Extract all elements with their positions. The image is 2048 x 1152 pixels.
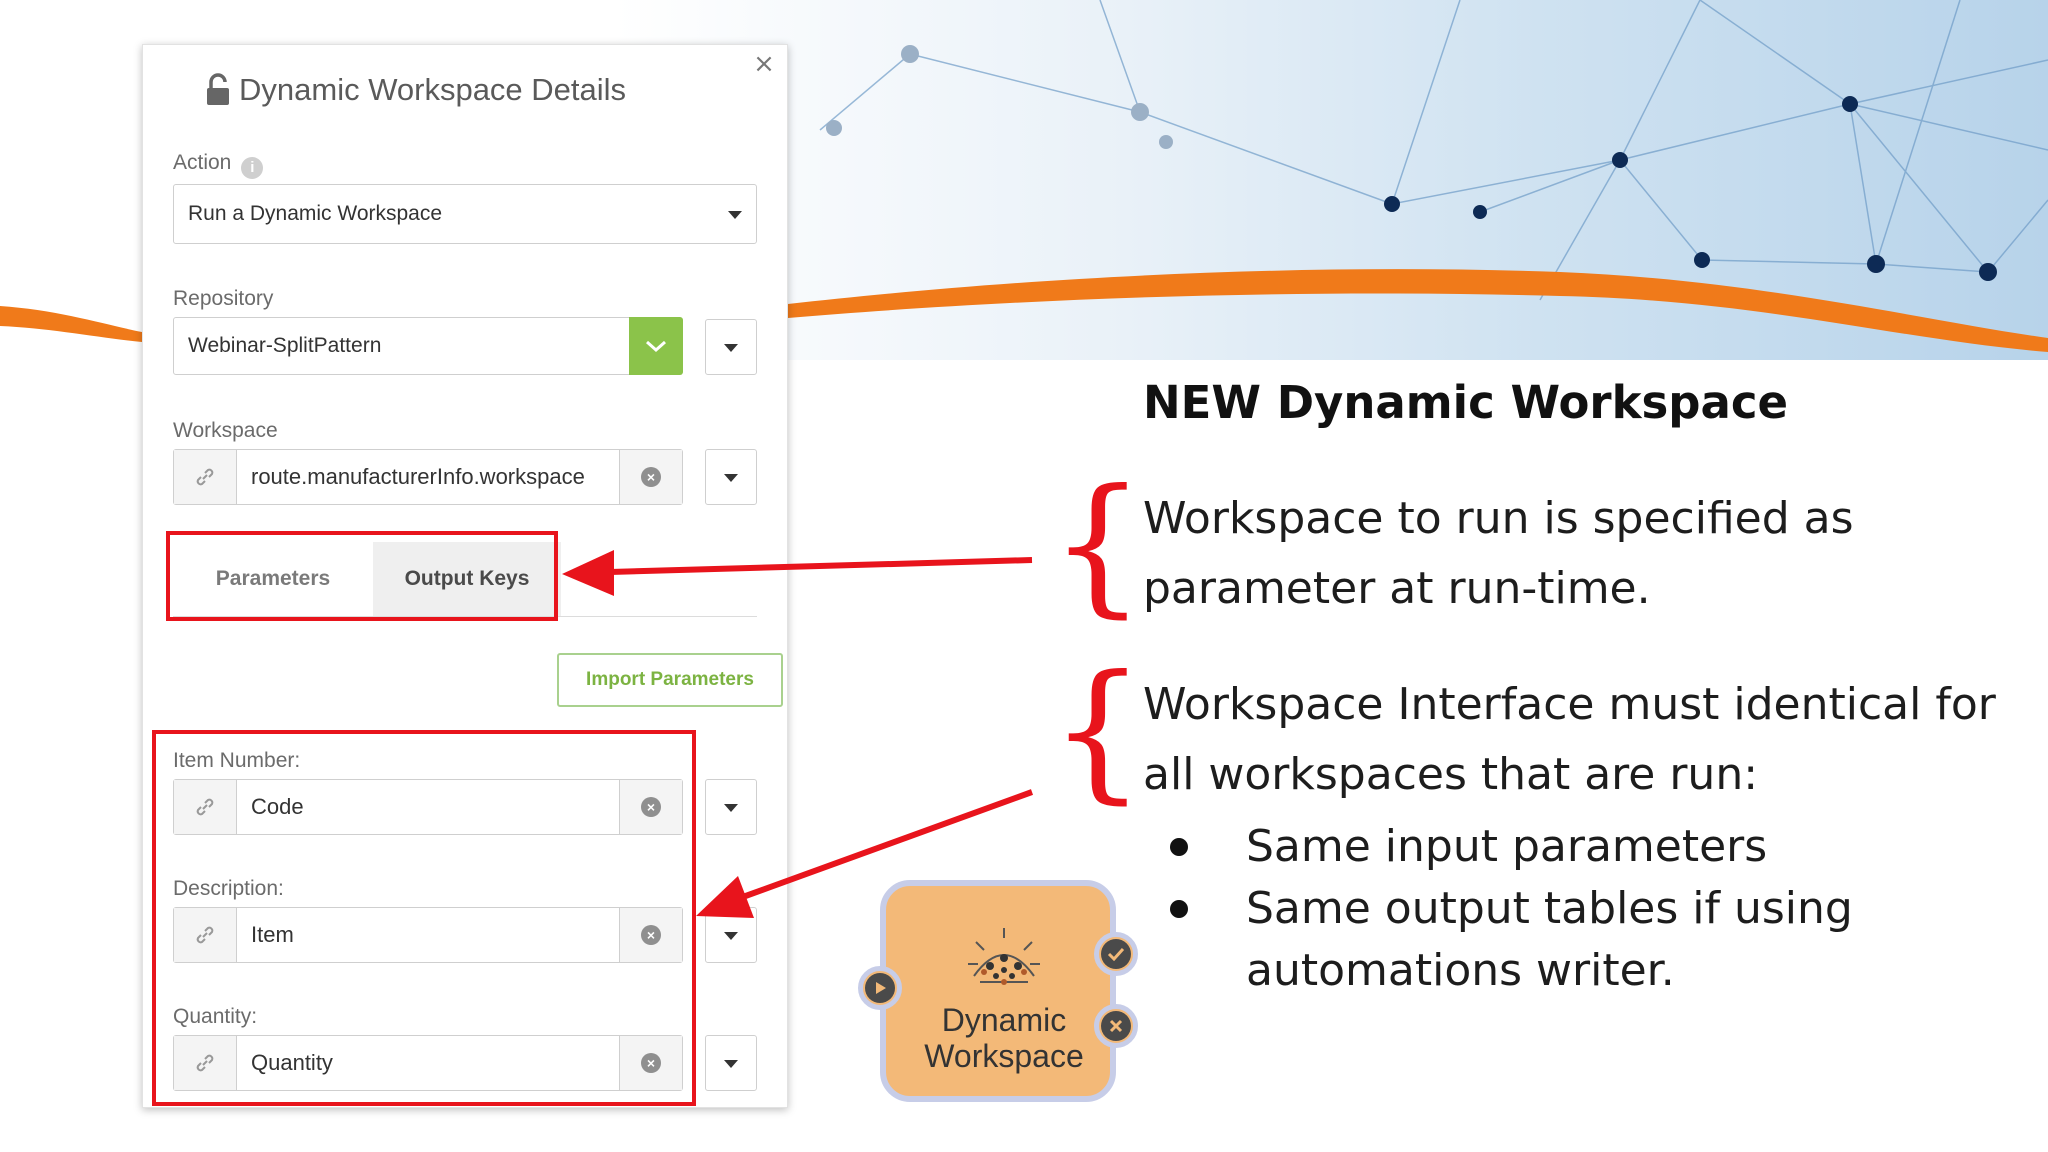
point-2-line-2: all workspaces that are run: (1143, 749, 1759, 800)
slide-heading: NEW Dynamic Workspace (1143, 376, 1789, 429)
point-1-line-2: parameter at run-time. (1143, 563, 1651, 614)
input-port[interactable] (858, 966, 902, 1010)
bullet-item: Same input parameters (1246, 821, 1768, 872)
node-label-line-2: Workspace (924, 1038, 1084, 1074)
bullet-dot (1170, 900, 1188, 918)
output-success-port[interactable] (1094, 932, 1138, 976)
transformer-icon (968, 928, 1040, 985)
brace-point-1: { (1050, 458, 1146, 632)
bullet-dot (1170, 838, 1188, 856)
node-label: Dynamic Workspace (886, 1002, 1122, 1074)
node-body[interactable]: Dynamic Workspace (880, 880, 1116, 1102)
bullet-item-continued: automations writer. (1246, 945, 1675, 996)
play-icon (865, 973, 895, 1003)
point-2-line-1: Workspace Interface must identical for (1143, 679, 1996, 730)
point-1-line-1: Workspace to run is specified as (1143, 493, 1854, 544)
check-icon (1101, 939, 1131, 969)
x-icon (1101, 1011, 1131, 1041)
node-label-line-1: Dynamic (941, 1002, 1067, 1038)
bullet-item: Same output tables if using (1246, 883, 1853, 934)
output-failure-port[interactable] (1094, 1004, 1138, 1048)
dynamic-workspace-node[interactable]: Dynamic Workspace (854, 870, 1144, 1114)
brace-point-2: { (1050, 644, 1146, 818)
